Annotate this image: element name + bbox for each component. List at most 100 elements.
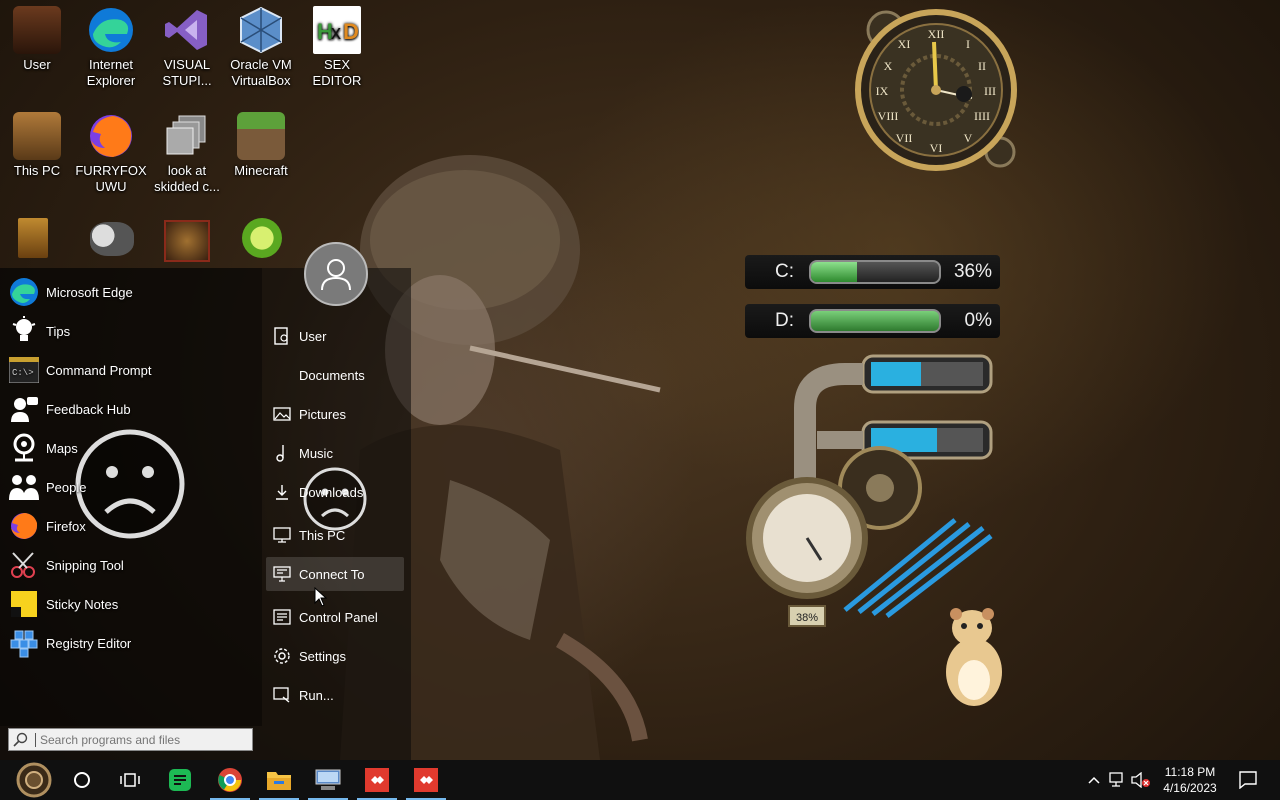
program-label: Maps [46, 440, 78, 456]
taskbar-app-file-explorer[interactable] [255, 760, 303, 800]
cmd-icon: C:\> [8, 354, 40, 386]
svg-text:II: II [978, 59, 986, 73]
desktop-icon-user[interactable]: User [0, 6, 74, 73]
place-this-pc[interactable]: This PC [266, 518, 404, 552]
place-label: Pictures [299, 406, 346, 422]
start-button[interactable] [10, 760, 58, 800]
svg-text:VIII: VIII [878, 109, 899, 123]
download-icon [272, 482, 292, 502]
program-label: People [46, 479, 87, 495]
taskbar-clock[interactable]: 11:18 PM 4/16/2023 [1150, 764, 1230, 796]
edge-icon [8, 276, 40, 308]
program-firefox[interactable]: Firefox [8, 509, 248, 543]
desktop-icon-this-pc[interactable]: This PC [0, 112, 74, 179]
drive-gauge-d: D: 0% [745, 304, 1000, 338]
desktop-icon-label: Oracle VM VirtualBox [230, 57, 292, 88]
shortcut-stack-icon [163, 112, 211, 160]
search-input[interactable] [35, 732, 245, 747]
taskbar-app-anydesk-1[interactable] [353, 760, 401, 800]
program-maps[interactable]: Maps [8, 431, 248, 465]
cortana-icon [74, 772, 90, 788]
clock-time: 11:18 PM [1164, 765, 1216, 779]
drive-label: D: [775, 310, 794, 331]
folder-icon [267, 772, 291, 790]
place-label: Control Panel [299, 609, 378, 625]
action-center-button[interactable] [1234, 760, 1262, 800]
desktop-icon-label: SEX EDITOR [312, 57, 362, 88]
program-label: Sticky Notes [46, 596, 119, 612]
tray-volume[interactable] [1130, 760, 1152, 800]
svg-text:I: I [966, 37, 970, 51]
desktop-icon-partial-3[interactable] [164, 220, 210, 262]
chrome-icon [218, 768, 242, 792]
place-settings[interactable]: Settings [266, 639, 404, 673]
search-button[interactable] [58, 760, 106, 800]
desktop-icon-visual-studio[interactable]: VISUAL STUPI... [150, 6, 224, 89]
tray-overflow-button[interactable] [1084, 760, 1104, 800]
taskbar: 11:18 PM 4/16/2023 [0, 760, 1280, 800]
limewire-icon[interactable] [242, 218, 282, 258]
drive-percent: 36% [953, 261, 992, 282]
program-registry-editor[interactable]: Registry Editor [8, 626, 248, 660]
people-icon [8, 471, 40, 503]
svg-text:VII: VII [896, 131, 913, 145]
music-icon [272, 443, 292, 463]
desktop-icon-minecraft[interactable]: Minecraft [224, 112, 298, 179]
place-pictures[interactable]: Pictures [266, 397, 404, 431]
svg-text:V: V [964, 131, 973, 145]
start-search-box[interactable] [8, 728, 253, 751]
firefox-icon [8, 510, 40, 542]
taskbar-app-anydesk-2[interactable] [402, 760, 450, 800]
program-snipping-tool[interactable]: Snipping Tool [8, 548, 248, 582]
place-connect-to[interactable]: Connect To [266, 557, 404, 591]
feedback-icon [8, 393, 40, 425]
program-label: Tips [46, 323, 71, 339]
desktop-icon-internet-explorer[interactable]: Internet Explorer [74, 6, 148, 89]
gauge-readout: 38% [796, 612, 818, 624]
program-microsoft-edge[interactable]: Microsoft Edge [8, 275, 248, 309]
taskbar-app-notes[interactable] [156, 760, 204, 800]
place-user[interactable]: User [266, 319, 404, 353]
place-label: Run... [299, 687, 334, 703]
place-control-panel[interactable]: Control Panel [266, 600, 404, 634]
program-sticky-notes[interactable]: Sticky Notes [8, 587, 248, 621]
visual-studio-icon [163, 6, 211, 54]
user-avatar[interactable] [304, 242, 368, 306]
minecraft-icon [237, 112, 285, 160]
network-icon [1109, 772, 1123, 787]
program-label: Snipping Tool [46, 557, 124, 573]
program-tips[interactable]: Tips [8, 314, 248, 348]
taskbar-app-chrome[interactable] [206, 760, 254, 800]
taskbar-app-network[interactable] [304, 760, 352, 800]
program-people[interactable]: People [8, 470, 248, 504]
place-label: Settings [299, 648, 346, 664]
pictures-icon [272, 404, 292, 424]
tray-network[interactable] [1106, 760, 1128, 800]
gear-icon [272, 646, 292, 666]
svg-text:x: x [331, 22, 341, 44]
program-feedback-hub[interactable]: Feedback Hub [8, 392, 248, 426]
desktop-icon-label: Internet Explorer [86, 57, 136, 88]
task-view-button[interactable] [106, 760, 154, 800]
control-panel-icon [272, 607, 292, 627]
edge-icon [87, 6, 135, 54]
monitor-icon [272, 525, 292, 545]
program-command-prompt[interactable]: C:\> Command Prompt [8, 353, 248, 387]
place-documents[interactable]: Documents [266, 358, 404, 392]
place-run[interactable]: Run... [266, 678, 404, 712]
desktop-icon-partial-1[interactable] [18, 218, 48, 258]
desktop-icon-virtualbox[interactable]: Oracle VM VirtualBox [224, 6, 298, 89]
place-label: Downloads [299, 484, 364, 500]
desktop-icon-look-at-skidded[interactable]: look at skidded c... [150, 112, 224, 195]
start-orb-icon [16, 762, 52, 798]
desktop-icon-firefox[interactable]: FURRYFOX UWU [74, 112, 148, 195]
place-music[interactable]: Music [266, 436, 404, 470]
place-label: This PC [299, 527, 346, 543]
virtualbox-icon [237, 6, 285, 54]
svg-text:IIII: IIII [974, 109, 990, 123]
program-label: Command Prompt [46, 362, 152, 378]
place-downloads[interactable]: Downloads [266, 475, 404, 509]
chevron-up-icon [1088, 776, 1100, 784]
desktop-icon-sex-editor[interactable]: HxD SEX EDITOR [300, 6, 374, 89]
gimp-icon[interactable] [90, 222, 134, 256]
